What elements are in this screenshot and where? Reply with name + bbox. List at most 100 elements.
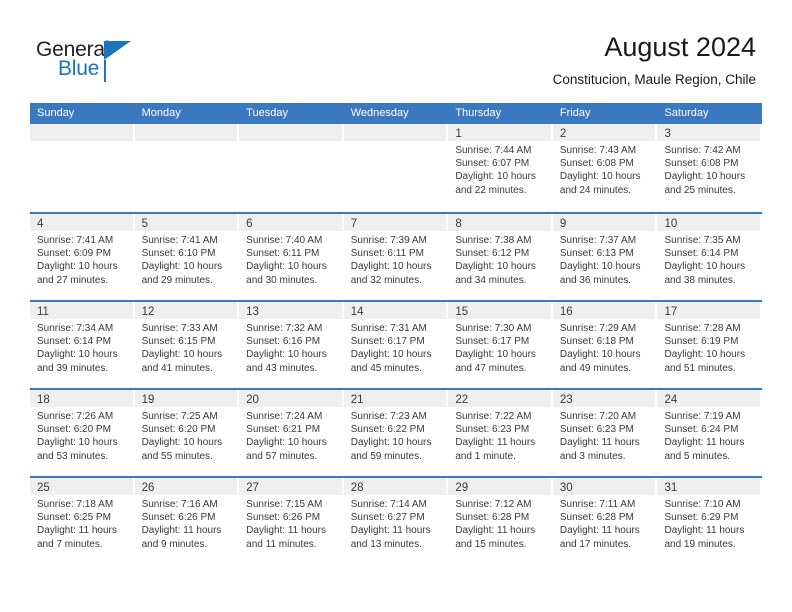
calendar-day-cell[interactable]: 28 Sunrise: 7:14 AM Sunset: 6:27 PM Dayligh… bbox=[343, 478, 449, 564]
day-detail-line: Sunset: 6:17 PM bbox=[455, 336, 530, 348]
day-detail-line: Sunrise: 7:15 AM bbox=[246, 499, 323, 510]
day-detail-line: Daylight: 10 hours bbox=[141, 261, 223, 273]
calendar-day-cell[interactable]: 5 Sunrise: 7:41 AM Sunset: 6:10 PM Daylight… bbox=[134, 214, 240, 300]
day-detail-line: and 45 minutes. bbox=[350, 362, 422, 374]
calendar-day-cell[interactable]: 16 Sunrise: 7:29 AM Sunset: 6:18 PM Dayligh… bbox=[552, 302, 658, 388]
day-detail-line: and 22 minutes. bbox=[455, 184, 527, 196]
day-number: 23 bbox=[559, 394, 573, 406]
day-detail-line: Sunset: 6:23 PM bbox=[559, 424, 634, 436]
day-detail-line: Daylight: 10 hours bbox=[246, 437, 327, 449]
calendar-day-cell[interactable]: 23 Sunrise: 7:20 AM Sunset: 6:23 PM Dayligh… bbox=[552, 390, 658, 476]
day-number: 6 bbox=[246, 218, 253, 230]
day-detail-line: Daylight: 10 hours bbox=[559, 349, 641, 361]
day-number: 16 bbox=[559, 306, 573, 318]
day-detail-text: Sunrise: 7:32 AM Sunset: 6:16 PM Daylight:… bbox=[239, 319, 342, 375]
day-detail-line: Sunset: 6:28 PM bbox=[455, 512, 530, 524]
calendar-day-cell[interactable]: 21 Sunrise: 7:23 AM Sunset: 6:22 PM Dayligh… bbox=[343, 390, 449, 476]
calendar-day-cell[interactable]: 30 Sunrise: 7:11 AM Sunset: 6:28 PM Dayligh… bbox=[552, 478, 658, 564]
calendar-day-cell[interactable]: 29 Sunrise: 7:12 AM Sunset: 6:28 PM Dayligh… bbox=[448, 478, 553, 564]
calendar-day-cell[interactable]: 22 Sunrise: 7:22 AM Sunset: 6:23 PM Dayligh… bbox=[448, 390, 553, 476]
day-detail-line: Sunrise: 7:18 AM bbox=[37, 499, 114, 510]
day-number: 7 bbox=[350, 218, 358, 230]
weekday-header-sunday: Sunday bbox=[37, 107, 75, 119]
day-detail-line: Sunset: 6:16 PM bbox=[246, 336, 321, 348]
day-detail-text: Sunrise: 7:43 AM Sunset: 6:08 PM Daylight:… bbox=[553, 141, 656, 197]
day-detail-text: Sunrise: 7:40 AM Sunset: 6:11 PM Daylight:… bbox=[239, 231, 342, 287]
day-detail-line: Sunset: 6:18 PM bbox=[559, 336, 634, 348]
day-detail-line: Daylight: 10 hours bbox=[664, 261, 746, 273]
weekday-header-monday: Monday bbox=[141, 107, 181, 119]
calendar-day-cell[interactable]: 14 Sunrise: 7:31 AM Sunset: 6:17 PM Dayligh… bbox=[343, 302, 449, 388]
day-number-band: 11 bbox=[30, 302, 133, 319]
day-detail-line: Sunset: 6:17 PM bbox=[350, 336, 425, 348]
day-detail-line: Sunset: 6:22 PM bbox=[350, 424, 425, 436]
calendar-day-cell[interactable]: 7 Sunrise: 7:39 AM Sunset: 6:11 PM Daylight… bbox=[343, 214, 449, 300]
day-detail-line: Sunset: 6:08 PM bbox=[664, 158, 739, 170]
calendar-day-cell[interactable]: 15 Sunrise: 7:30 AM Sunset: 6:17 PM Dayligh… bbox=[448, 302, 553, 388]
calendar-day-cell[interactable]: 6 Sunrise: 7:40 AM Sunset: 6:11 PM Daylight… bbox=[239, 214, 344, 300]
day-detail-line: Sunrise: 7:33 AM bbox=[141, 323, 218, 334]
calendar-day-cell[interactable]: 3 Sunrise: 7:42 AM Sunset: 6:08 PM Daylight… bbox=[657, 124, 762, 212]
day-detail-text: Sunrise: 7:16 AM Sunset: 6:26 PM Daylight:… bbox=[135, 495, 238, 551]
day-detail-line: and 53 minutes. bbox=[37, 450, 109, 462]
day-detail-line: Sunrise: 7:40 AM bbox=[246, 235, 323, 246]
day-detail-line: Sunrise: 7:16 AM bbox=[141, 499, 218, 510]
day-detail-line: Sunset: 6:23 PM bbox=[455, 424, 530, 436]
day-detail-text: Sunrise: 7:23 AM Sunset: 6:22 PM Daylight:… bbox=[344, 407, 447, 463]
calendar-day-cell[interactable]: 19 Sunrise: 7:25 AM Sunset: 6:20 PM Dayligh… bbox=[134, 390, 240, 476]
page-header: General Blue August 2024 Constitucion, M… bbox=[0, 0, 792, 103]
calendar-day-cell[interactable]: 17 Sunrise: 7:28 AM Sunset: 6:19 PM Dayligh… bbox=[657, 302, 762, 388]
calendar-day-cell[interactable]: 4 Sunrise: 7:41 AM Sunset: 6:09 PM Daylight… bbox=[30, 214, 135, 300]
page-subtitle: Constitucion, Maule Region, Chile bbox=[552, 72, 756, 87]
page-title: August 2024 bbox=[604, 32, 756, 62]
day-number: 25 bbox=[37, 482, 50, 494]
day-detail-line: and 3 minutes. bbox=[559, 450, 626, 462]
day-number-band: 3 bbox=[657, 124, 761, 141]
calendar-day-cell[interactable]: 11 Sunrise: 7:34 AM Sunset: 6:14 PM Dayligh… bbox=[30, 302, 135, 388]
day-number-band: 27 bbox=[239, 478, 342, 495]
calendar-day-cell[interactable]: 13 Sunrise: 7:32 AM Sunset: 6:16 PM Dayligh… bbox=[239, 302, 344, 388]
day-number: 13 bbox=[246, 306, 259, 318]
day-detail-line: and 15 minutes. bbox=[455, 538, 527, 550]
day-detail-line: Sunset: 6:25 PM bbox=[37, 512, 111, 524]
calendar-day-cell[interactable]: 18 Sunrise: 7:26 AM Sunset: 6:20 PM Dayligh… bbox=[30, 390, 135, 476]
day-detail-text: Sunrise: 7:18 AM Sunset: 6:25 PM Daylight:… bbox=[30, 495, 133, 551]
day-number: 3 bbox=[664, 128, 671, 140]
calendar-day-cell[interactable]: 1 Sunrise: 7:44 AM Sunset: 6:07 PM Daylight… bbox=[448, 124, 553, 212]
calendar-day-cell[interactable]: 12 Sunrise: 7:33 AM Sunset: 6:15 PM Dayligh… bbox=[134, 302, 240, 388]
day-detail-text: Sunrise: 7:28 AM Sunset: 6:19 PM Daylight:… bbox=[657, 319, 760, 375]
day-detail-line: Sunrise: 7:41 AM bbox=[141, 235, 218, 246]
day-detail-text: Sunrise: 7:11 AM Sunset: 6:28 PM Daylight:… bbox=[553, 495, 656, 551]
calendar-day-cell[interactable]: 10 Sunrise: 7:35 AM Sunset: 6:14 PM Dayligh… bbox=[657, 214, 762, 300]
day-detail-line: and 29 minutes. bbox=[141, 274, 213, 286]
day-detail-line: Sunset: 6:11 PM bbox=[246, 248, 320, 260]
day-number: 14 bbox=[350, 306, 364, 318]
day-detail-text: Sunrise: 7:12 AM Sunset: 6:28 PM Daylight:… bbox=[448, 495, 551, 551]
calendar-day-cell[interactable]: 27 Sunrise: 7:15 AM Sunset: 6:26 PM Dayligh… bbox=[239, 478, 344, 564]
day-detail-line: Sunset: 6:08 PM bbox=[559, 158, 634, 170]
day-detail-line: Sunset: 6:26 PM bbox=[246, 512, 321, 524]
day-detail-line: and 9 minutes. bbox=[141, 538, 208, 550]
calendar-day-cell[interactable]: 20 Sunrise: 7:24 AM Sunset: 6:21 PM Dayligh… bbox=[239, 390, 344, 476]
day-detail-line: Sunset: 6:27 PM bbox=[350, 512, 425, 524]
day-number-band: 10 bbox=[657, 214, 761, 231]
day-detail-line: and 39 minutes. bbox=[37, 362, 109, 374]
day-detail-text: Sunrise: 7:20 AM Sunset: 6:23 PM Daylight:… bbox=[553, 407, 656, 463]
calendar-day-cell[interactable]: 26 Sunrise: 7:16 AM Sunset: 6:26 PM Dayligh… bbox=[134, 478, 240, 564]
day-number: 18 bbox=[37, 394, 50, 406]
day-detail-line: Daylight: 10 hours bbox=[246, 261, 327, 273]
calendar-day-cell[interactable]: 9 Sunrise: 7:37 AM Sunset: 6:13 PM Daylight… bbox=[552, 214, 658, 300]
day-detail-line: Sunset: 6:26 PM bbox=[141, 512, 216, 524]
calendar-day-cell[interactable]: 24 Sunrise: 7:19 AM Sunset: 6:24 PM Dayligh… bbox=[657, 390, 762, 476]
calendar-day-cell[interactable]: 25 Sunrise: 7:18 AM Sunset: 6:25 PM Dayligh… bbox=[30, 478, 135, 564]
day-number: 24 bbox=[664, 394, 678, 406]
day-number-band: 19 bbox=[134, 390, 238, 407]
calendar-day-cell[interactable]: 2 Sunrise: 7:43 AM Sunset: 6:08 PM Daylight… bbox=[552, 124, 658, 212]
day-detail-line: Sunrise: 7:23 AM bbox=[350, 411, 427, 422]
calendar-day-cell[interactable]: 8 Sunrise: 7:38 AM Sunset: 6:12 PM Daylight… bbox=[448, 214, 553, 300]
day-number: 11 bbox=[37, 306, 49, 318]
day-detail-line: Sunset: 6:20 PM bbox=[141, 424, 216, 436]
day-detail-text: Sunrise: 7:15 AM Sunset: 6:26 PM Daylight:… bbox=[239, 495, 342, 551]
day-detail-line: Sunrise: 7:24 AM bbox=[246, 411, 323, 422]
calendar-day-cell[interactable]: 31 Sunrise: 7:10 AM Sunset: 6:29 PM Dayligh… bbox=[657, 478, 762, 564]
